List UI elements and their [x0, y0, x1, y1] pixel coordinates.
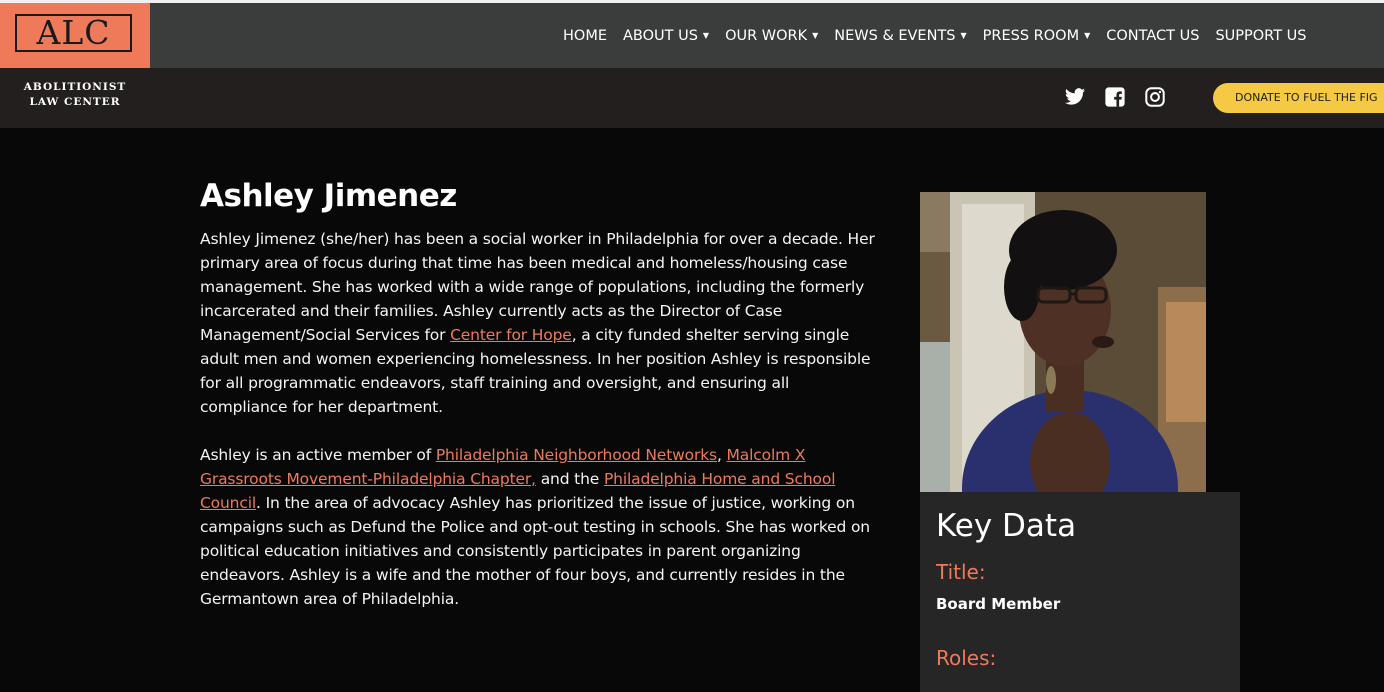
profile-photo: [920, 192, 1206, 492]
nav-about-us-label: ABOUT US: [623, 27, 698, 44]
nav-support-us-label: SUPPORT US: [1215, 27, 1307, 44]
nav-home-label: HOME: [563, 27, 607, 44]
bio-paragraph-1: Ashley Jimenez (she/her) has been a soci…: [200, 227, 875, 419]
key-data-panel: Key Data Title: Board Member Roles:: [920, 492, 1240, 692]
bio-text: ,: [716, 446, 727, 464]
bio-text: . In the area of advocacy Ashley has pri…: [200, 494, 870, 608]
twitter-icon[interactable]: [1064, 86, 1086, 108]
logo-mark: ALC: [15, 14, 132, 52]
page-title: Ashley Jimenez: [200, 178, 457, 214]
nav-news-events[interactable]: NEWS & EVENTS ▼: [834, 28, 966, 44]
instagram-icon[interactable]: [1144, 86, 1166, 108]
key-data-heading: Key Data: [936, 508, 1077, 544]
nav-about-us[interactable]: ABOUT US ▼: [623, 28, 709, 44]
nav-our-work[interactable]: OUR WORK ▼: [725, 28, 818, 44]
nav-press-room[interactable]: PRESS ROOM ▼: [983, 28, 1091, 44]
nav-home[interactable]: HOME: [563, 28, 607, 44]
bio-text: and the: [535, 470, 604, 488]
nav-our-work-label: OUR WORK: [725, 27, 808, 44]
nav-press-room-label: PRESS ROOM: [982, 27, 1080, 44]
caret-down-icon: ▼: [812, 31, 819, 40]
logo-link[interactable]: ALC: [0, 3, 150, 68]
title-label: Title:: [936, 560, 986, 584]
caret-down-icon: ▼: [1084, 31, 1091, 40]
secondary-bar: [0, 68, 1384, 128]
facebook-icon[interactable]: [1104, 86, 1126, 108]
nav-news-events-label: NEWS & EVENTS: [834, 27, 956, 44]
nav-contact-us[interactable]: CONTACT US: [1106, 28, 1199, 44]
caret-down-icon: ▼: [702, 31, 710, 40]
bio-paragraph-2: Ashley is an active member of Philadelph…: [200, 443, 875, 611]
org-name-line1: ABOLITIONIST: [23, 81, 127, 93]
caret-down-icon: ▼: [960, 31, 967, 40]
org-name-line2: LAW CENTER: [29, 96, 121, 108]
philadelphia-neighborhood-networks-link[interactable]: Philadelphia Neighborhood Networks: [436, 446, 717, 464]
bio-section: Ashley Jimenez Ashley Jimenez (she/her) …: [200, 175, 875, 611]
nav-contact-us-label: CONTACT US: [1106, 27, 1200, 44]
roles-label: Roles:: [936, 646, 997, 670]
donate-button[interactable]: DONATE TO FUEL THE FIG: [1213, 83, 1384, 113]
bio-text: Ashley is an active member of: [200, 446, 436, 464]
nav-support-us[interactable]: SUPPORT US: [1215, 28, 1306, 44]
org-name[interactable]: ABOLITIONIST LAW CENTER: [14, 80, 136, 110]
main-nav: HOME ABOUT US ▼ OUR WORK ▼ NEWS & EVENTS ▼ …: [563, 3, 1322, 68]
center-for-hope-link[interactable]: Center for Hope: [450, 326, 572, 344]
title-value: Board Member: [936, 595, 1061, 613]
